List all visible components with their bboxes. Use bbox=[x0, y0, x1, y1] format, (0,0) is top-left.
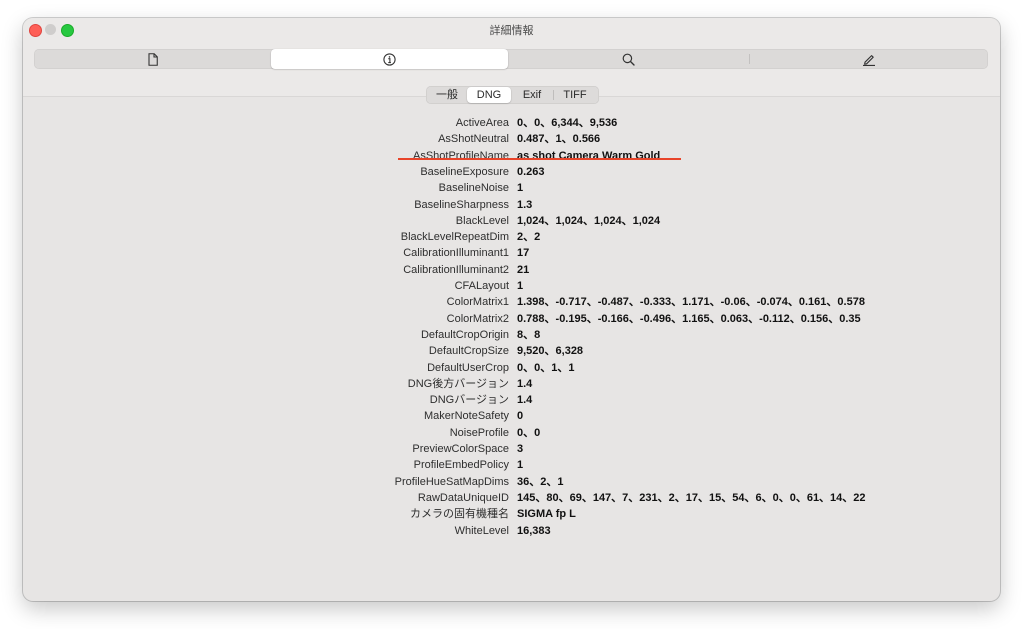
metadata-key: WhiteLevel bbox=[454, 525, 509, 537]
metadata-key: CalibrationIlluminant1 bbox=[403, 247, 509, 259]
metadata-row: WhiteLevel 16,383 bbox=[23, 523, 1000, 539]
window-title: 詳細情報 bbox=[489, 25, 534, 37]
tab-tiff[interactable]: TIFF bbox=[556, 87, 594, 103]
metadata-value[interactable]: 0.487、1、0.566 bbox=[517, 131, 600, 147]
metadata-value[interactable]: 16,383 bbox=[517, 523, 551, 539]
tab-dng[interactable]: DNG bbox=[467, 87, 511, 103]
highlight-underline bbox=[398, 158, 681, 160]
metadata-key: DNG後方バージョン bbox=[407, 378, 509, 390]
metadata-value[interactable]: 1,024、1,024、1,024、1,024 bbox=[517, 213, 660, 229]
metadata-key: BaselineExposure bbox=[420, 166, 509, 178]
metadata-row: ColorMatrix1 1.398、-0.717、-0.487、-0.333、1… bbox=[23, 294, 1000, 310]
metadata-value[interactable]: as shot Camera Warm Gold bbox=[517, 148, 660, 164]
metadata-row: RawDataUniqueID 145、80、69、147、7、231、2、17、… bbox=[23, 490, 1000, 506]
metadata-row: DefaultCropSize 9,520、6,328 bbox=[23, 343, 1000, 359]
metadata-key: AsShotProfileName bbox=[413, 150, 509, 162]
metadata-key: BlackLevel bbox=[455, 215, 509, 227]
metadata-value[interactable]: 9,520、6,328 bbox=[517, 343, 583, 359]
metadata-value[interactable]: 0、0、1、1 bbox=[517, 360, 574, 376]
metadata-row: PreviewColorSpace 3 bbox=[23, 441, 1000, 457]
metadata-value[interactable]: 1 bbox=[517, 278, 523, 294]
segment-search[interactable] bbox=[508, 49, 748, 69]
metadata-value[interactable]: 1.398、-0.717、-0.487、-0.333、1.171、-0.06、-… bbox=[517, 294, 865, 310]
metadata-row: CFALayout 1 bbox=[23, 278, 1000, 294]
segment-general[interactable] bbox=[34, 49, 271, 69]
metadata-value[interactable]: 1.4 bbox=[517, 376, 532, 392]
metadata-row: カメラの固有機種名 SIGMA fp L bbox=[23, 506, 1000, 522]
metadata-row: AsShotNeutral 0.487、1、0.566 bbox=[23, 131, 1000, 147]
metadata-row: BaselineSharpness 1.3 bbox=[23, 197, 1000, 213]
metadata-key: カメラの固有機種名 bbox=[410, 508, 509, 520]
metadata-row: ProfileHueSatMapDims 36、2、1 bbox=[23, 474, 1000, 490]
segment-markup[interactable] bbox=[750, 49, 988, 69]
metadata-key: BaselineNoise bbox=[438, 182, 509, 194]
metadata-value[interactable]: SIGMA fp L bbox=[517, 506, 576, 522]
metadata-row: ColorMatrix2 0.788、-0.195、-0.166、-0.496、1… bbox=[23, 311, 1000, 327]
metadata-value[interactable]: 21 bbox=[517, 262, 529, 278]
metadata-row: BaselineExposure 0.263 bbox=[23, 164, 1000, 180]
metadata-key: CalibrationIlluminant2 bbox=[403, 264, 509, 276]
metadata-key: PreviewColorSpace bbox=[412, 443, 509, 455]
metadata-value[interactable]: 0.263 bbox=[517, 164, 545, 180]
metadata-key: ProfileEmbedPolicy bbox=[413, 459, 509, 471]
metadata-key: ColorMatrix1 bbox=[446, 296, 509, 308]
metadata-key: ProfileHueSatMapDims bbox=[394, 476, 509, 488]
metadata-key: CFALayout bbox=[454, 280, 509, 292]
metadata-row: ActiveArea 0、0、6,344、9,536 bbox=[23, 115, 1000, 131]
metadata-row: DefaultUserCrop 0、0、1、1 bbox=[23, 360, 1000, 376]
search-icon bbox=[622, 53, 635, 66]
metadata-value[interactable]: 145、80、69、147、7、231、2、17、15、54、6、0、0、61、… bbox=[517, 490, 866, 506]
metadata-value[interactable]: 0、0 bbox=[517, 425, 540, 441]
metadata-row: CalibrationIlluminant1 17 bbox=[23, 245, 1000, 261]
metadata-key: DNGバージョン bbox=[429, 394, 509, 406]
metadata-key: DefaultCropOrigin bbox=[420, 329, 509, 341]
inspector-segmented-control bbox=[34, 49, 988, 69]
metadata-value[interactable]: 1.3 bbox=[517, 197, 532, 213]
tab-general[interactable]: 一般 bbox=[430, 87, 464, 103]
metadata-row: AsShotProfileName as shot Camera Warm Gol… bbox=[23, 148, 1000, 164]
metadata-tabs: 一般 DNG Exif TIFF bbox=[426, 86, 599, 104]
metadata-value[interactable]: 36、2、1 bbox=[517, 474, 563, 490]
metadata-row: BlackLevelRepeatDim 2、2 bbox=[23, 229, 1000, 245]
info-window: 詳細情報 一般 DNG Exif TIFF ActiveArea 0、0、6,3… bbox=[23, 18, 1000, 601]
metadata-key: DefaultCropSize bbox=[428, 345, 509, 357]
metadata-row: BaselineNoise 1 bbox=[23, 180, 1000, 196]
metadata-key: AsShotNeutral bbox=[438, 133, 509, 145]
metadata-row: DNGバージョン 1.4 bbox=[23, 392, 1000, 408]
metadata-value[interactable]: 1 bbox=[517, 180, 523, 196]
metadata-key: ActiveArea bbox=[455, 117, 509, 129]
metadata-row: MakerNoteSafety 0 bbox=[23, 408, 1000, 424]
metadata-key: RawDataUniqueID bbox=[417, 492, 509, 504]
metadata-value[interactable]: 0、0、6,344、9,536 bbox=[517, 115, 617, 131]
metadata-row: CalibrationIlluminant2 21 bbox=[23, 262, 1000, 278]
tab-exif[interactable]: Exif bbox=[514, 87, 550, 103]
metadata-row: ProfileEmbedPolicy 1 bbox=[23, 457, 1000, 473]
metadata-value[interactable]: 2、2 bbox=[517, 229, 540, 245]
metadata-value[interactable]: 17 bbox=[517, 245, 529, 261]
metadata-value[interactable]: 1.4 bbox=[517, 392, 532, 408]
document-icon bbox=[147, 52, 159, 66]
metadata-value[interactable]: 0.788、-0.195、-0.166、-0.496、1.165、0.063、-… bbox=[517, 311, 861, 327]
metadata-row: BlackLevel 1,024、1,024、1,024、1,024 bbox=[23, 213, 1000, 229]
metadata-key: BaselineSharpness bbox=[414, 199, 509, 211]
metadata-key: BlackLevelRepeatDim bbox=[400, 231, 509, 243]
metadata-value[interactable]: 1 bbox=[517, 457, 523, 473]
metadata-row: DefaultCropOrigin 8、8 bbox=[23, 327, 1000, 343]
metadata-key: DefaultUserCrop bbox=[427, 362, 509, 374]
metadata-value[interactable]: 0 bbox=[517, 408, 523, 424]
metadata-key: ColorMatrix2 bbox=[446, 313, 509, 325]
tab-divider bbox=[553, 90, 554, 100]
metadata-value[interactable]: 3 bbox=[517, 441, 523, 457]
metadata-key: NoiseProfile bbox=[449, 427, 509, 439]
metadata-key: MakerNoteSafety bbox=[424, 410, 509, 422]
info-icon bbox=[383, 52, 396, 66]
segment-info[interactable] bbox=[271, 49, 508, 69]
metadata-row: NoiseProfile 0、0 bbox=[23, 425, 1000, 441]
metadata-row: DNG後方バージョン 1.4 bbox=[23, 376, 1000, 392]
pencil-icon bbox=[862, 53, 876, 66]
metadata-value[interactable]: 8、8 bbox=[517, 327, 540, 343]
